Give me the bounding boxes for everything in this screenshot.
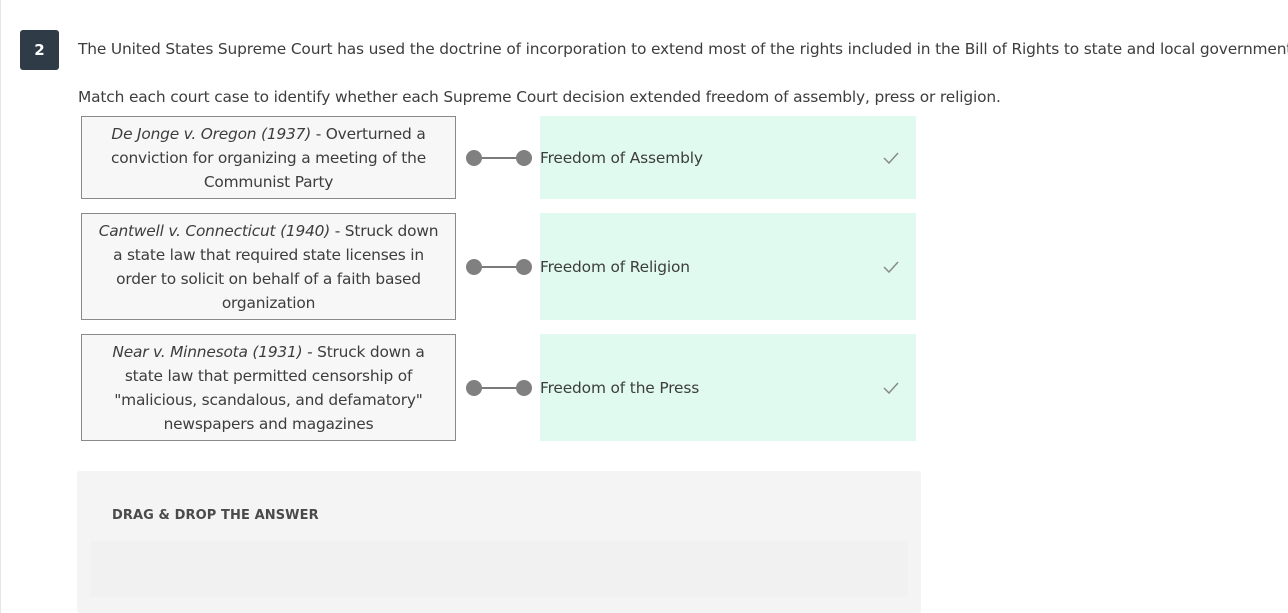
answer-label-1: Freedom of Assembly xyxy=(540,148,703,167)
case-name-1: De Jonge v. Oregon (1937) xyxy=(111,124,312,143)
connector-dot-left[interactable] xyxy=(466,380,482,396)
answer-label-2: Freedom of Religion xyxy=(540,257,690,276)
check-icon xyxy=(883,151,899,164)
question-stem: The United States Supreme Court has used… xyxy=(78,40,1288,58)
connector-dot-left[interactable] xyxy=(466,259,482,275)
answer-label-3: Freedom of the Press xyxy=(540,378,700,397)
answer-slot-2[interactable]: Freedom of Religion xyxy=(540,213,916,320)
prompt-card-3[interactable]: Near v. Minnesota (1931) - Struck down a… xyxy=(81,334,456,441)
case-name-3: Near v. Minnesota (1931) xyxy=(112,342,303,361)
prompt-text-3: Near v. Minnesota (1931) - Struck down a… xyxy=(96,340,441,436)
connector-dot-right[interactable] xyxy=(516,259,532,275)
match-connector-3 xyxy=(466,380,532,396)
connector-dot-left[interactable] xyxy=(466,150,482,166)
page-left-border xyxy=(0,0,1,613)
answer-bank: DRAG & DROP THE ANSWER xyxy=(77,471,921,613)
answer-slot-3[interactable]: Freedom of the Press xyxy=(540,334,916,441)
prompt-text-1: De Jonge v. Oregon (1937) - Overturned a… xyxy=(96,122,441,194)
case-name-2: Cantwell v. Connecticut (1940) xyxy=(98,221,331,240)
prompt-card-1[interactable]: De Jonge v. Oregon (1937) - Overturned a… xyxy=(81,116,456,199)
connector-dot-right[interactable] xyxy=(516,150,532,166)
match-connector-1 xyxy=(466,150,532,166)
question-instruction: Match each court case to identify whethe… xyxy=(78,88,1001,106)
prompt-text-2: Cantwell v. Connecticut (1940) - Struck … xyxy=(96,219,441,315)
answer-slot-1[interactable]: Freedom of Assembly xyxy=(540,116,916,199)
check-icon xyxy=(883,381,899,394)
check-icon xyxy=(883,260,899,273)
match-connector-2 xyxy=(466,259,532,275)
answer-bank-title: DRAG & DROP THE ANSWER xyxy=(112,508,319,523)
prompt-card-2[interactable]: Cantwell v. Connecticut (1940) - Struck … xyxy=(81,213,456,320)
connector-dot-right[interactable] xyxy=(516,380,532,396)
answer-bank-drop-area[interactable] xyxy=(90,541,908,597)
question-number-badge: 2 xyxy=(20,30,59,70)
